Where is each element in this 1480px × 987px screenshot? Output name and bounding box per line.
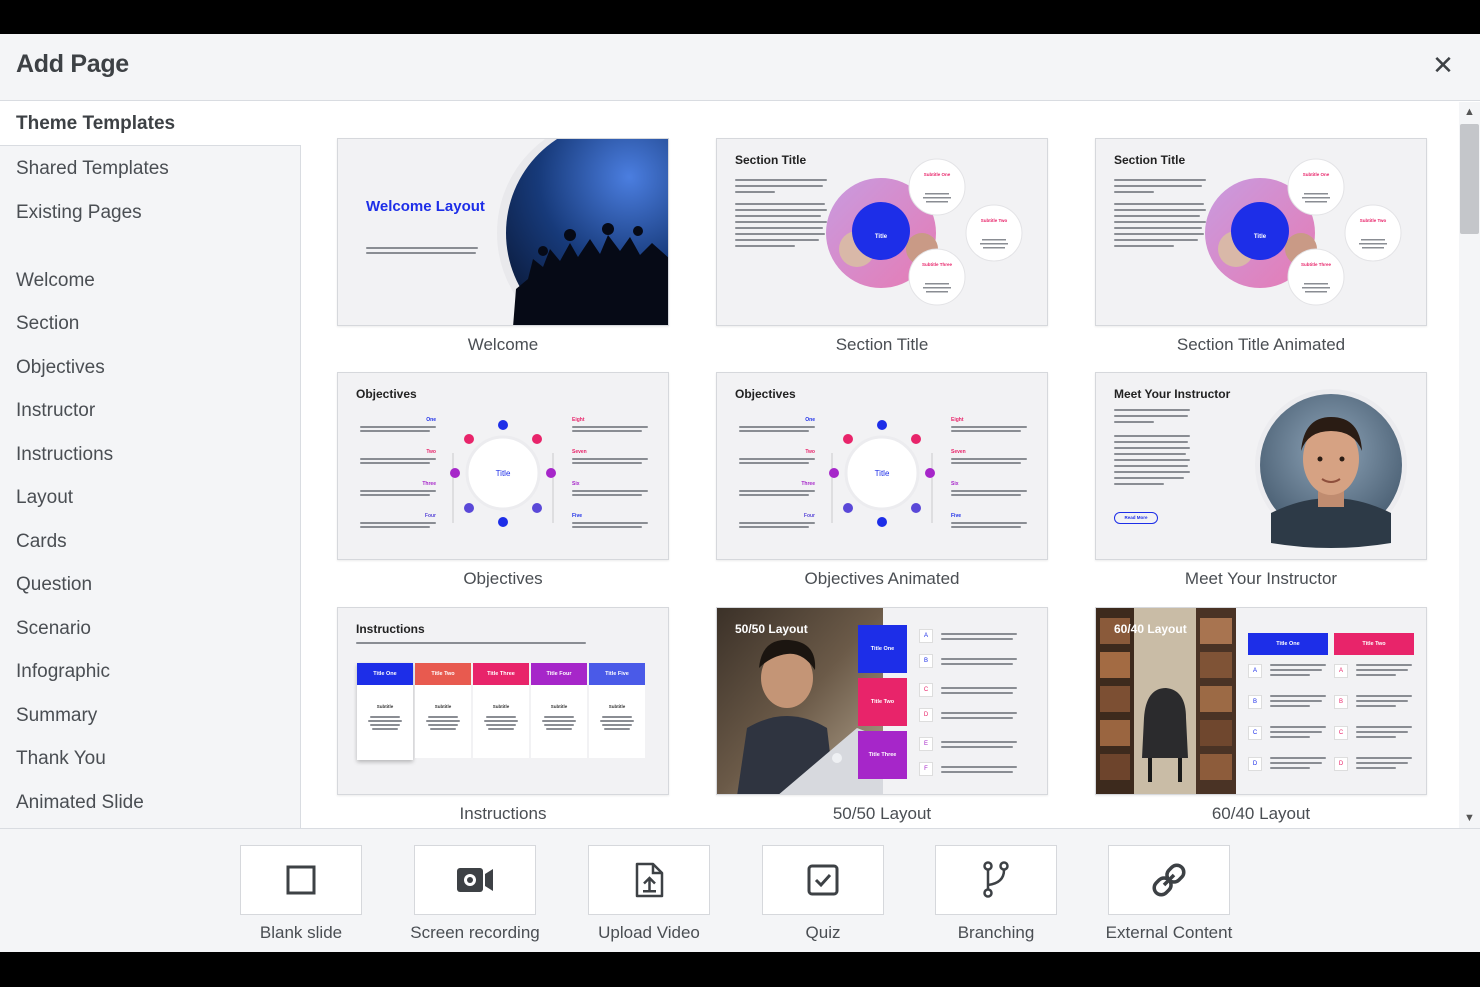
template-label: Objectives Animated [804, 569, 960, 588]
template-label: Meet Your Instructor [1184, 569, 1338, 588]
checkbox-icon [807, 864, 839, 896]
template-label: Welcome [467, 335, 539, 354]
scroll-thumb[interactable] [1460, 124, 1479, 234]
template-label: Section Title Animated [1176, 335, 1346, 354]
templates-scrollbar[interactable]: ▲ ▼ [1459, 102, 1480, 828]
quiz-button[interactable] [762, 845, 884, 915]
tab-theme-templates[interactable]: Theme Templates [0, 102, 301, 145]
sidebar-list: Shared Templates Existing Pages Welcome … [0, 145, 301, 828]
template-thumbnail: Objectives Title One Two Three Four Eigh… [716, 372, 1048, 560]
template-thumbnail: Section Title Title Subtitle One Subtitl… [1095, 138, 1427, 326]
template-thumbnail: Objectives Title One Two Three Four Eigh… [337, 372, 669, 560]
section-graphic [826, 158, 1023, 306]
dialog-header: Add Page ✕ [0, 34, 1480, 101]
sidebar-item-instructions[interactable]: Instructions [16, 444, 113, 466]
sidebar-item-summary[interactable]: Summary [16, 705, 97, 727]
templates-grid: Welcome Layout Welcome Section Title Tit… [301, 102, 1459, 828]
sidebar: Theme Templates Shared Templates Existin… [0, 102, 301, 828]
objectives-graphic [450, 420, 556, 527]
sidebar-item-question[interactable]: Question [16, 574, 92, 596]
sidebar-item-instructor[interactable]: Instructor [16, 400, 95, 422]
footer-toolbar: Blank slide Screen recording Upload Vide… [0, 828, 1480, 952]
concert-photo [497, 139, 668, 325]
tool-label: Branching [957, 923, 1035, 942]
thumb-title: 60/40 Layout [1114, 622, 1187, 636]
thumb-title: Welcome Layout [366, 198, 485, 215]
upload-video-button[interactable] [588, 845, 710, 915]
file-upload-icon [635, 862, 664, 898]
tab-shared-templates[interactable]: Shared Templates [16, 158, 169, 180]
tool-label: Blank slide [259, 923, 343, 942]
link-icon [1152, 863, 1186, 897]
square-icon [286, 865, 316, 895]
template-label: 50/50 Layout [832, 804, 932, 823]
template-thumbnail: 50/50 Layout Title One Title Two Title T… [716, 607, 1048, 795]
template-thumbnail: Meet Your Instructor Read More [1095, 372, 1427, 560]
top-black-bar [0, 0, 1480, 34]
thumb-center-title: Title [1253, 234, 1267, 240]
sidebar-item-welcome[interactable]: Welcome [16, 270, 95, 292]
template-thumbnail: Welcome Layout [337, 138, 669, 326]
sidebar-item-infographic[interactable]: Infographic [16, 661, 110, 683]
template-thumbnail: Section Title Title Subtitle One Subtitl… [716, 138, 1048, 326]
video-camera-icon [457, 868, 493, 892]
instructor-photo [1255, 389, 1407, 548]
thumb-title: Instructions [356, 622, 425, 636]
objectives-graphic [829, 420, 935, 527]
dialog-title: Add Page [16, 50, 129, 78]
template-thumbnail: 60/40 Layout Title One Title Two A B C D… [1095, 607, 1427, 795]
tool-label: Quiz [805, 923, 841, 942]
sidebar-item-animated-slide[interactable]: Animated Slide [16, 792, 144, 814]
screen-recording-button[interactable] [414, 845, 536, 915]
tool-label: Upload Video [598, 923, 700, 942]
sidebar-item-scenario[interactable]: Scenario [16, 618, 91, 640]
bottom-black-bar [0, 952, 1480, 987]
external-content-button[interactable] [1108, 845, 1230, 915]
thumb-center-title: Title [874, 469, 890, 478]
branch-icon [983, 861, 1009, 898]
sidebar-item-cards[interactable]: Cards [16, 531, 67, 553]
scroll-down-icon[interactable]: ▼ [1459, 808, 1480, 828]
tool-label: External Content [1105, 923, 1233, 942]
template-label: Instructions [459, 804, 547, 823]
close-icon[interactable]: ✕ [1430, 50, 1456, 80]
thumb-center-title: Title [495, 469, 511, 478]
tab-existing-pages[interactable]: Existing Pages [16, 202, 142, 224]
blank-slide-button[interactable] [240, 845, 362, 915]
template-label: Section Title [835, 335, 929, 354]
thumb-center-title: Title [874, 234, 888, 240]
sidebar-item-section[interactable]: Section [16, 313, 79, 335]
template-label: Objectives [463, 569, 543, 588]
scroll-up-icon[interactable]: ▲ [1459, 102, 1480, 122]
sidebar-item-layout[interactable]: Layout [16, 487, 73, 509]
template-label: 60/40 Layout [1211, 804, 1311, 823]
template-thumbnail: Instructions Title One Title Two Title T… [337, 607, 669, 795]
branching-button[interactable] [935, 845, 1057, 915]
tool-label: Screen recording [410, 923, 540, 942]
sidebar-item-objectives[interactable]: Objectives [16, 357, 105, 379]
section-graphic [1205, 158, 1402, 306]
thumb-title: 50/50 Layout [735, 622, 808, 636]
add-page-dialog: Add Page ✕ Theme Templates Shared Templa… [0, 34, 1480, 952]
sidebar-item-thank-you[interactable]: Thank You [16, 748, 106, 770]
